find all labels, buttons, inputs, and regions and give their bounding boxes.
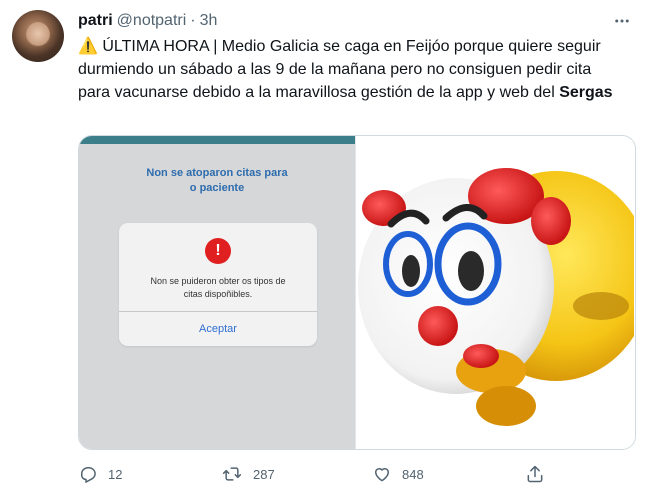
no-appointments-title-line2: o paciente: [189, 182, 245, 194]
separator-dot: ·: [190, 12, 196, 29]
more-options-icon[interactable]: [611, 10, 633, 32]
app-topbar: [79, 136, 355, 144]
tweet-text-main: ÚLTIMA HORA | Medio Galicia se caga en F…: [78, 38, 601, 101]
tweet-header: patri @notpatri · 3h: [78, 11, 217, 31]
retweet-count: 287: [253, 466, 275, 482]
reply-icon: [81, 467, 96, 483]
share-button[interactable]: [525, 464, 545, 484]
like-count: 848: [402, 466, 424, 482]
reply-button[interactable]: 12: [78, 464, 122, 484]
app-screenshot-image[interactable]: Non se atoparon citas para o paciente ! …: [79, 136, 355, 449]
share-icon: [527, 465, 543, 483]
retweet-button[interactable]: 287: [221, 464, 275, 484]
accept-button[interactable]: Aceptar: [119, 312, 317, 346]
tweet-text: ⚠️ ÚLTIMA HORA | Medio Galicia se caga e…: [78, 35, 623, 104]
alert-icon: !: [205, 238, 231, 264]
error-message: Non se puideron obter os tipos de citas …: [129, 275, 307, 301]
no-appointments-title-line1: Non se atoparon citas para: [146, 167, 288, 179]
tweet-timestamp[interactable]: 3h: [200, 12, 218, 30]
error-dialog: ! Non se puideron obter os tipos de cita…: [119, 223, 317, 346]
like-button[interactable]: 848: [372, 464, 424, 484]
reply-count: 12: [108, 466, 123, 482]
tweet-media[interactable]: Non se atoparon citas para o paciente ! …: [78, 135, 636, 450]
no-appointments-title: Non se atoparon citas para o paciente: [79, 166, 355, 196]
heart-icon: [375, 468, 389, 482]
warning-emoji-icon: ⚠️: [78, 38, 98, 55]
display-name[interactable]: patri: [78, 12, 113, 30]
user-handle[interactable]: @notpatri: [117, 12, 187, 30]
avatar[interactable]: [12, 10, 64, 62]
tweet-text-bold: Sergas: [559, 84, 613, 101]
clown-emoji-icon: [358, 168, 635, 426]
retweet-icon: [222, 467, 242, 481]
clown-emoji-image[interactable]: [355, 136, 635, 449]
tweet-actions: 12 287 848: [78, 462, 548, 486]
error-message-line2: citas dispoñibles.: [183, 289, 253, 299]
error-message-line1: Non se puideron obter os tipos de: [150, 276, 286, 286]
